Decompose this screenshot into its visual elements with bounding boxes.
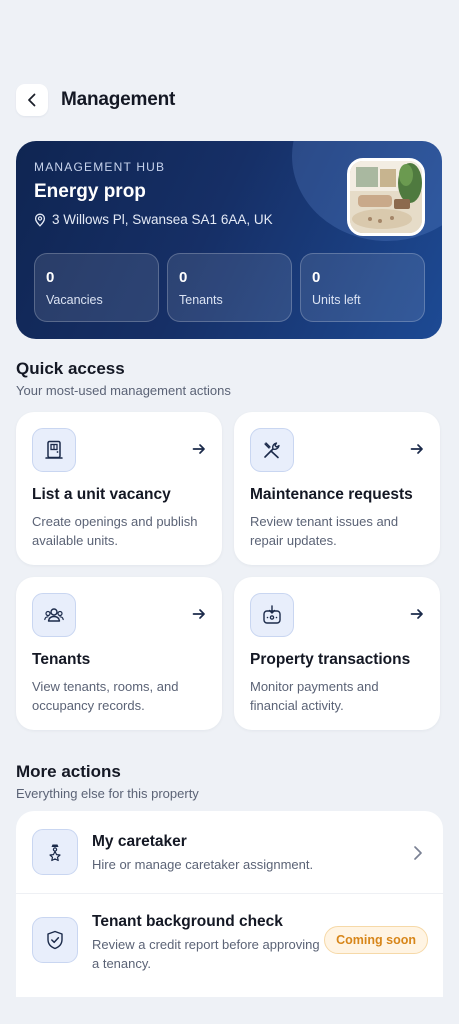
top-bar: Management	[16, 84, 175, 116]
stat-label: Tenants	[179, 293, 223, 307]
property-address: 3 Willows Pl, Swansea SA1 6AA, UK	[34, 212, 273, 227]
card-title: Tenants	[32, 651, 91, 668]
property-photo-image	[350, 161, 422, 233]
chevron-right-icon	[414, 846, 422, 860]
list-item-title: Tenant background check	[92, 913, 283, 930]
card-tenants[interactable]: Tenants View tenants, rooms, and occupan…	[16, 577, 222, 730]
stat-value: 0	[46, 269, 55, 286]
card-list-unit-vacancy[interactable]: List a unit vacancy Create openings and …	[16, 412, 222, 565]
stat-value: 0	[312, 269, 321, 286]
coming-soon-badge: Coming soon	[324, 926, 428, 954]
property-name: Energy prop	[34, 181, 146, 202]
stat-units-left[interactable]: 0 Units left	[300, 253, 425, 322]
stat-label: Vacancies	[46, 293, 103, 307]
card-description: Review tenant issues and repair updates.	[250, 514, 399, 548]
card-title: Property transactions	[250, 651, 411, 668]
tools-icon	[250, 428, 294, 472]
chevron-left-icon	[28, 93, 36, 107]
arrow-right-icon	[192, 444, 205, 454]
shield-check-icon	[32, 917, 78, 963]
arrow-right-icon	[410, 444, 423, 454]
page-title: Management	[61, 89, 176, 110]
list-item-description: Review a credit report before approving …	[92, 937, 320, 971]
card-description: Monitor payments and financial activity.	[250, 679, 379, 713]
more-actions-list: My caretaker Hire or manage caretaker as…	[16, 811, 443, 997]
card-maintenance-requests[interactable]: Maintenance requests Review tenant issue…	[234, 412, 440, 565]
list-item-description: Hire or manage caretaker assignment.	[92, 857, 314, 872]
wallet-icon	[250, 593, 294, 637]
users-icon	[32, 593, 76, 637]
quick-access-title: Quick access	[16, 359, 125, 378]
card-description: View tenants, rooms, and occupancy recor…	[32, 679, 179, 713]
more-actions-subtitle: Everything else for this property	[16, 786, 199, 801]
address-text: 3 Willows Pl, Swansea SA1 6AA, UK	[52, 212, 273, 227]
property-photo[interactable]	[347, 158, 425, 236]
door-icon	[32, 428, 76, 472]
card-property-transactions[interactable]: Property transactions Monitor payments a…	[234, 577, 440, 730]
more-actions-title: More actions	[16, 762, 121, 781]
location-pin-icon	[34, 213, 46, 227]
caretaker-icon	[32, 829, 78, 875]
card-title: Maintenance requests	[250, 486, 413, 503]
card-description: Create openings and publish available un…	[32, 514, 198, 548]
management-hub-card: MANAGEMENT HUB Energy prop 3 Willows Pl,…	[16, 141, 442, 339]
hub-kicker: MANAGEMENT HUB	[34, 160, 166, 174]
arrow-right-icon	[410, 609, 423, 619]
list-item-title: My caretaker	[92, 833, 187, 850]
card-title: List a unit vacancy	[32, 486, 171, 503]
arrow-right-icon	[192, 609, 205, 619]
list-item-tenant-background-check[interactable]: Tenant background check Review a credit …	[16, 894, 443, 997]
stat-vacancies[interactable]: 0 Vacancies	[34, 253, 159, 322]
stat-tenants[interactable]: 0 Tenants	[167, 253, 292, 322]
list-item-my-caretaker[interactable]: My caretaker Hire or manage caretaker as…	[16, 811, 443, 893]
stat-value: 0	[179, 269, 188, 286]
stat-label: Units left	[312, 293, 361, 307]
quick-access-subtitle: Your most-used management actions	[16, 383, 231, 398]
back-button[interactable]	[16, 84, 48, 116]
